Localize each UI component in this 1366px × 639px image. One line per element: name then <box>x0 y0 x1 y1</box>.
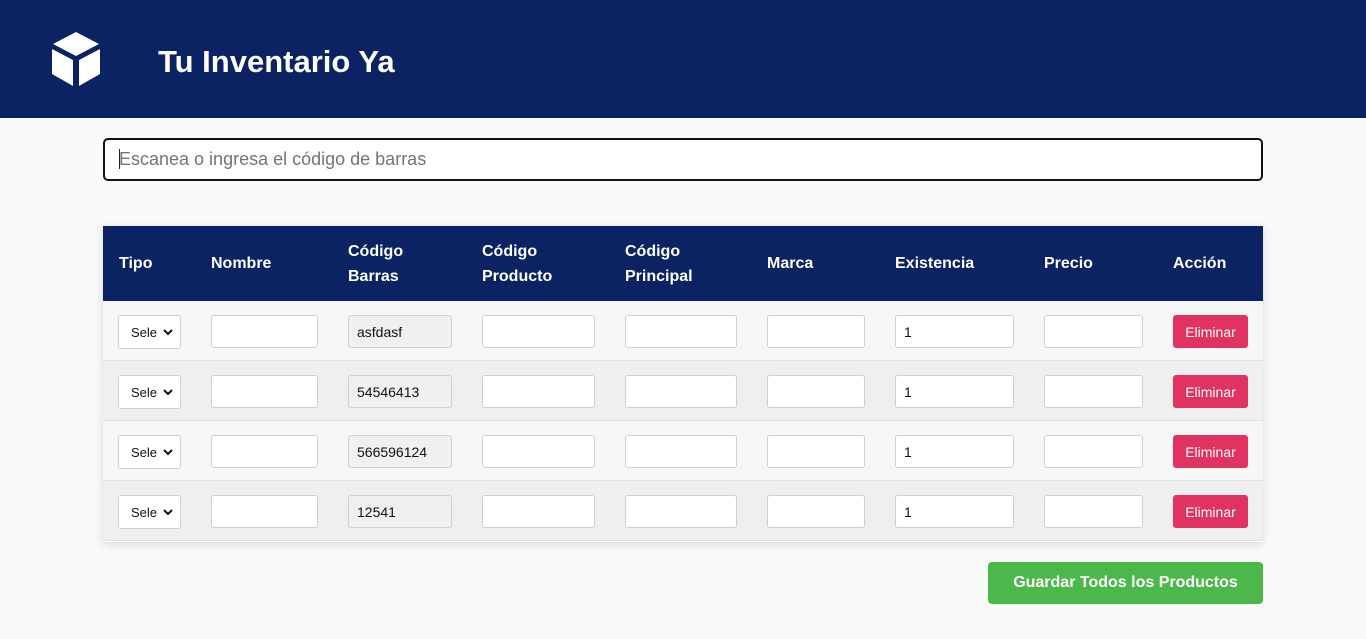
tipo-select[interactable]: Sele <box>118 495 181 529</box>
marca-input[interactable] <box>767 495 865 528</box>
codigo-producto-input[interactable] <box>482 435 595 468</box>
tipo-select-value: Sele <box>131 504 158 520</box>
precio-input[interactable] <box>1044 315 1143 348</box>
cube-icon <box>52 32 100 86</box>
chevron-down-icon <box>163 509 173 516</box>
col-header-codigo-principal: Código Principal <box>625 226 693 301</box>
col-header-tipo: Tipo <box>119 255 153 272</box>
col-header-codigo-producto-line1: Código <box>482 242 538 260</box>
table-row: Sele 566596124 1 Eliminar <box>103 421 1263 481</box>
text-caret <box>119 149 120 169</box>
tipo-select-value: Sele <box>131 444 158 460</box>
tipo-select-value: Sele <box>131 384 158 400</box>
existencia-input[interactable]: 1 <box>895 315 1014 348</box>
precio-input[interactable] <box>1044 495 1143 528</box>
col-header-codigo-principal-line2: Principal <box>625 267 693 285</box>
chevron-down-icon <box>163 389 173 396</box>
save-all-products-button[interactable]: Guardar Todos los Productos <box>988 562 1263 604</box>
tipo-select[interactable]: Sele <box>118 435 181 469</box>
col-header-precio: Precio <box>1044 255 1093 272</box>
codigo-principal-input[interactable] <box>625 315 737 348</box>
barcode-search-input[interactable] <box>103 138 1263 181</box>
app-header: Tu Inventario Ya <box>0 0 1366 118</box>
precio-input[interactable] <box>1044 375 1143 408</box>
eliminar-button[interactable]: Eliminar <box>1173 315 1248 348</box>
products-table: Tipo Nombre Código Barras Código Producto … <box>103 226 1263 542</box>
table-row: Sele asfdasf 1 Eliminar <box>103 301 1263 361</box>
nombre-input[interactable] <box>211 495 318 528</box>
nombre-input[interactable] <box>211 435 318 468</box>
precio-input[interactable] <box>1044 435 1143 468</box>
table-row: Sele 54546413 1 Eliminar <box>103 361 1263 421</box>
eliminar-button[interactable]: Eliminar <box>1173 375 1248 408</box>
eliminar-button[interactable]: Eliminar <box>1173 495 1248 528</box>
col-header-codigo-barras: Código Barras <box>348 226 403 301</box>
col-header-codigo-producto-line2: Producto <box>482 267 553 285</box>
col-header-codigo-producto: Código Producto <box>482 226 552 301</box>
table-header: Tipo Nombre Código Barras Código Producto … <box>103 226 1263 301</box>
marca-input[interactable] <box>767 375 865 408</box>
codigo-producto-input[interactable] <box>482 375 595 408</box>
col-header-codigo-principal-line1: Código <box>625 242 681 260</box>
marca-input[interactable] <box>767 435 865 468</box>
col-header-marca: Marca <box>767 255 814 272</box>
codigo-principal-input[interactable] <box>625 375 737 408</box>
col-header-accion: Acción <box>1173 255 1227 272</box>
col-header-existencia: Existencia <box>895 255 975 272</box>
tipo-select[interactable]: Sele <box>118 375 181 409</box>
eliminar-button[interactable]: Eliminar <box>1173 435 1248 468</box>
table-row: Sele 12541 1 Eliminar <box>103 481 1263 541</box>
col-header-codigo-barras-line2: Barras <box>348 267 399 285</box>
tipo-select[interactable]: Sele <box>118 315 181 349</box>
existencia-input[interactable]: 1 <box>895 375 1014 408</box>
app-title: Tu Inventario Ya <box>158 44 395 79</box>
nombre-input[interactable] <box>211 315 318 348</box>
codigo-principal-input[interactable] <box>625 435 737 468</box>
codigo-barras-field: 54546413 <box>348 375 452 408</box>
codigo-barras-field: 12541 <box>348 495 452 528</box>
tipo-select-value: Sele <box>131 324 158 340</box>
existencia-input[interactable]: 1 <box>895 495 1014 528</box>
col-header-codigo-barras-line1: Código <box>348 242 404 260</box>
col-header-nombre: Nombre <box>211 255 272 272</box>
codigo-principal-input[interactable] <box>625 495 737 528</box>
existencia-input[interactable]: 1 <box>895 435 1014 468</box>
codigo-producto-input[interactable] <box>482 315 595 348</box>
codigo-producto-input[interactable] <box>482 495 595 528</box>
chevron-down-icon <box>163 449 173 456</box>
nombre-input[interactable] <box>211 375 318 408</box>
codigo-barras-field: asfdasf <box>348 315 452 348</box>
codigo-barras-field: 566596124 <box>348 435 452 468</box>
chevron-down-icon <box>163 329 173 336</box>
marca-input[interactable] <box>767 315 865 348</box>
